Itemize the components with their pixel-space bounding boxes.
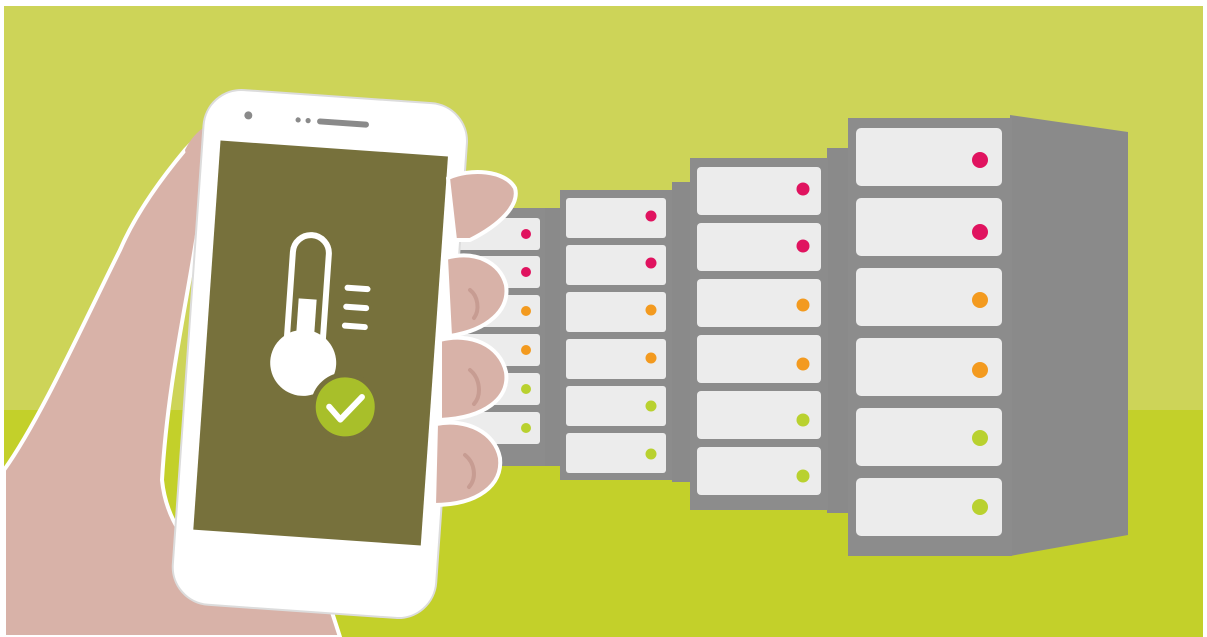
image-border-right (1203, 0, 1207, 637)
status-light (645, 257, 657, 269)
status-light (972, 430, 988, 446)
server-room-illustration (0, 0, 1207, 637)
status-light (645, 352, 657, 364)
status-light (972, 292, 988, 308)
status-light (645, 448, 657, 460)
status-light (521, 384, 531, 394)
status-light (645, 210, 657, 222)
status-light (972, 152, 988, 168)
server-rack-3 (690, 148, 853, 513)
status-light (796, 357, 810, 371)
status-light (521, 306, 531, 316)
status-light (521, 267, 531, 277)
status-light (521, 423, 531, 433)
server-rack-4 (848, 115, 1128, 556)
server-rack-2 (560, 182, 692, 482)
status-light (796, 413, 810, 427)
status-light (645, 304, 657, 316)
status-light (796, 469, 810, 483)
status-light (972, 224, 988, 240)
status-light (521, 229, 531, 239)
status-light (972, 362, 988, 378)
checkmark-icon (310, 372, 380, 442)
status-light (521, 345, 531, 355)
status-light (796, 239, 810, 253)
rack-side (672, 182, 692, 482)
status-light (796, 298, 810, 312)
rack-side (1010, 115, 1128, 556)
image-border-top (0, 0, 1207, 6)
status-light (796, 182, 810, 196)
smartphone (171, 88, 468, 620)
status-light (972, 499, 988, 515)
status-light (645, 400, 657, 412)
